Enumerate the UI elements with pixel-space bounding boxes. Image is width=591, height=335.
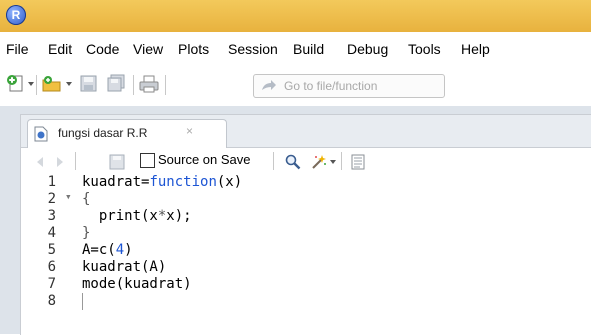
code-tools-wand-icon[interactable] xyxy=(311,154,327,170)
go-to-file-placeholder: Go to file/function xyxy=(284,79,378,93)
tab-fungsi-dasar[interactable]: fungsi dasar R.R × xyxy=(27,119,227,148)
back-arrow-icon[interactable] xyxy=(33,154,49,170)
line-number: 5 xyxy=(47,242,56,258)
menu-view[interactable]: View xyxy=(133,41,163,57)
code-text: { xyxy=(82,191,91,207)
print-icon[interactable] xyxy=(138,74,160,94)
code-text: } xyxy=(82,225,91,241)
toolbar-divider xyxy=(341,152,342,170)
code-text: print(x*x); xyxy=(82,208,192,224)
line-number: 1 xyxy=(47,174,56,190)
code-text: kuadrat(A) xyxy=(82,259,167,275)
menu-session[interactable]: Session xyxy=(228,41,278,57)
save-all-icon[interactable] xyxy=(105,74,127,94)
toolbar-divider xyxy=(133,75,134,95)
close-tab-icon[interactable]: × xyxy=(186,124,193,138)
editor-toolbar: Source on Save xyxy=(21,148,591,174)
title-bar: R xyxy=(0,0,591,32)
line-number: 8 xyxy=(47,293,56,309)
line-number: 3 xyxy=(47,208,56,224)
code-text: mode(kuadrat) xyxy=(82,276,192,292)
open-dropdown-icon[interactable] xyxy=(66,82,72,86)
menu-file[interactable]: File xyxy=(6,41,29,57)
code-text: A=c(4) xyxy=(82,242,133,258)
text-cursor xyxy=(82,293,83,310)
toolbar-divider xyxy=(36,75,37,95)
rstudio-logo-icon: R xyxy=(6,5,26,25)
source-editor-pane: fungsi dasar R.R × Source on Save 1 kuad… xyxy=(20,114,591,335)
tab-label: fungsi dasar R.R xyxy=(58,126,148,140)
toolbar-divider xyxy=(273,152,274,170)
menu-build[interactable]: Build xyxy=(293,41,324,57)
code-line: 6 kuadrat(A) xyxy=(21,259,591,276)
code-line: 3 print(x*x); xyxy=(21,208,591,225)
toolbar-divider xyxy=(165,75,166,95)
line-number: 7 xyxy=(47,276,56,292)
menu-code[interactable]: Code xyxy=(86,41,119,57)
code-line: 1 kuadrat=function(x) xyxy=(21,174,591,191)
new-file-dropdown-icon[interactable] xyxy=(28,82,34,86)
code-line: 7 mode(kuadrat) xyxy=(21,276,591,293)
new-file-icon[interactable] xyxy=(6,74,28,94)
menu-plots[interactable]: Plots xyxy=(178,41,209,57)
source-on-save-checkbox[interactable] xyxy=(140,153,155,168)
line-number: 6 xyxy=(47,259,56,275)
menu-debug[interactable]: Debug xyxy=(347,41,388,57)
code-line: 5 A=c(4) xyxy=(21,242,591,259)
line-number: 4 xyxy=(47,225,56,241)
go-to-arrow-icon xyxy=(262,80,276,90)
menu-help[interactable]: Help xyxy=(461,41,490,57)
toolbar-divider xyxy=(75,152,76,170)
r-file-icon xyxy=(34,126,48,142)
open-project-icon[interactable] xyxy=(41,74,63,94)
search-icon[interactable] xyxy=(285,154,301,170)
code-area[interactable]: 1 kuadrat=function(x) 2 ▾ { 3 print(x*x)… xyxy=(21,174,591,335)
save-icon[interactable] xyxy=(109,154,125,170)
code-line: 2 ▾ { xyxy=(21,190,591,208)
line-number: 2 xyxy=(47,191,56,207)
forward-arrow-icon[interactable] xyxy=(51,154,67,170)
editor-tab-strip: fungsi dasar R.R × xyxy=(21,115,591,148)
code-line: 8 xyxy=(21,293,591,310)
go-to-file-input[interactable]: Go to file/function xyxy=(253,74,445,98)
fold-toggle-icon[interactable]: ▾ xyxy=(65,190,72,203)
save-icon[interactable] xyxy=(78,74,100,94)
menu-edit[interactable]: Edit xyxy=(48,41,72,57)
main-toolbar: Go to file/function xyxy=(0,66,591,107)
code-tools-dropdown-icon[interactable] xyxy=(330,160,336,164)
source-on-save-label: Source on Save xyxy=(158,152,251,167)
menu-bar: File Edit Code View Plots Session Build … xyxy=(0,32,591,66)
compile-report-icon[interactable] xyxy=(350,154,366,170)
menu-tools[interactable]: Tools xyxy=(408,41,441,57)
code-text: kuadrat=function(x) xyxy=(82,174,243,190)
code-line: 4 } xyxy=(21,225,591,242)
